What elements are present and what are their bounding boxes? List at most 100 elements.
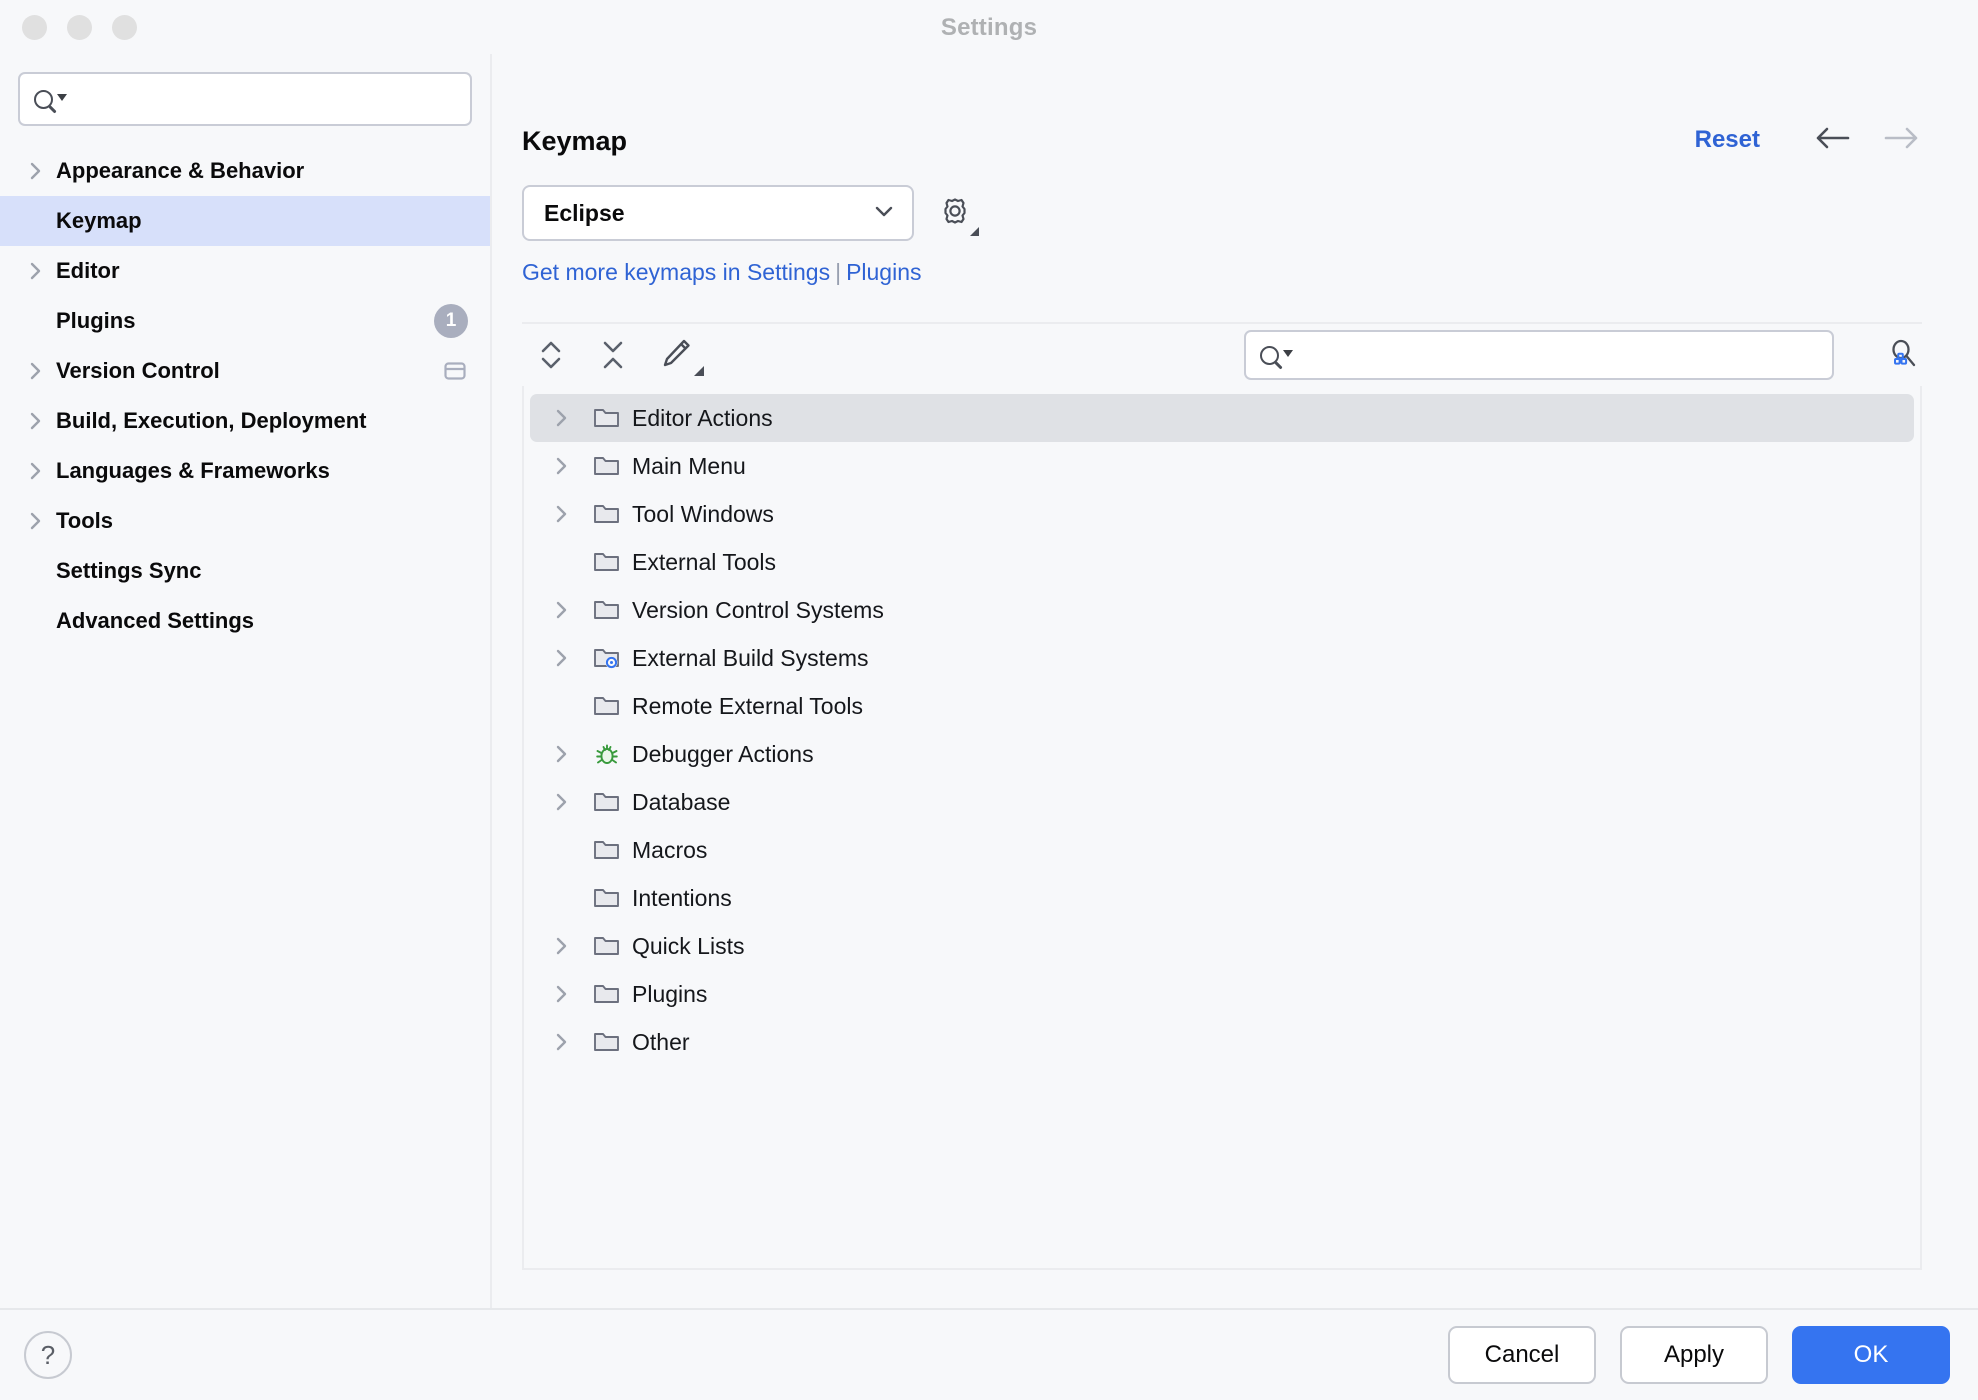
chevron-right-icon[interactable]: [28, 259, 56, 283]
bug-icon: [592, 741, 632, 767]
chevron-right-icon[interactable]: [554, 742, 592, 766]
folder-icon: [592, 1029, 632, 1055]
sidebar-item-label: Advanced Settings: [56, 608, 255, 633]
tree-row-label: Plugins: [632, 980, 708, 1007]
sidebar-item-build-execution-deployment[interactable]: Build, Execution, Deployment: [0, 396, 490, 446]
plugins-update-badge: 1: [434, 304, 468, 338]
chevron-right-icon[interactable]: [28, 459, 56, 483]
help-button[interactable]: ?: [24, 1331, 72, 1379]
sidebar-nav-list: Appearance & Behavior Keymap Editor Plug…: [0, 146, 490, 646]
settings-sidebar: Appearance & Behavior Keymap Editor Plug…: [0, 54, 492, 1308]
sidebar-item-appearance-behavior[interactable]: Appearance & Behavior: [0, 146, 490, 196]
find-by-shortcut-icon[interactable]: [1884, 336, 1922, 374]
sidebar-item-settings-sync[interactable]: Settings Sync: [0, 546, 490, 596]
tree-row-label: Main Menu: [632, 452, 746, 479]
chevron-right-icon[interactable]: [554, 934, 592, 958]
sidebar-item-tools[interactable]: Tools: [0, 496, 490, 546]
tree-row[interactable]: Main Menu: [530, 442, 1914, 490]
collapse-all-icon[interactable]: [596, 336, 630, 374]
tree-row-label: External Build Systems: [632, 644, 869, 671]
sidebar-item-editor[interactable]: Editor: [0, 246, 490, 296]
chevron-right-icon[interactable]: [28, 509, 56, 533]
tree-row[interactable]: Quick Lists: [530, 922, 1914, 970]
sidebar-item-label: Tools: [56, 508, 114, 533]
keymap-selector-row: Eclipse: [492, 155, 1978, 241]
keymap-search-input[interactable]: [1293, 343, 1818, 367]
sidebar-item-label: Editor: [56, 258, 120, 283]
sidebar-item-keymap[interactable]: Keymap: [0, 196, 490, 246]
tree-row[interactable]: Debugger Actions: [530, 730, 1914, 778]
get-more-keymaps-link[interactable]: Get more keymaps in Settings: [522, 259, 830, 285]
sidebar-item-label: Appearance & Behavior: [56, 158, 305, 183]
window-body: Appearance & Behavior Keymap Editor Plug…: [0, 54, 1978, 1308]
sidebar-item-plugins[interactable]: Plugins 1: [0, 296, 490, 346]
tree-row-label: Tool Windows: [632, 500, 774, 527]
tree-row[interactable]: Database: [530, 778, 1914, 826]
arrow-right-icon[interactable]: [1882, 124, 1922, 152]
dialog-footer: ? Cancel Apply OK: [0, 1308, 1978, 1400]
edit-dropdown-caret-icon: [694, 365, 704, 376]
ok-button[interactable]: OK: [1792, 1326, 1950, 1384]
edit-pencil-icon: [658, 335, 694, 376]
tree-row-label: External Tools: [632, 548, 777, 575]
keymap-select-value: Eclipse: [544, 199, 625, 226]
tree-row[interactable]: Intentions: [530, 874, 1914, 922]
search-icon: [34, 89, 67, 109]
sidebar-search-field[interactable]: [18, 72, 472, 126]
tool-window-icon: [442, 358, 468, 384]
tree-row[interactable]: External Build Systems: [530, 634, 1914, 682]
folder-icon: [592, 405, 632, 431]
keymap-tree[interactable]: Editor Actions Main Menu Tool Windows Ex…: [522, 386, 1922, 1270]
title-bar: Settings: [0, 0, 1978, 54]
sidebar-item-version-control[interactable]: Version Control: [0, 346, 490, 396]
chevron-right-icon[interactable]: [554, 598, 592, 622]
tree-row[interactable]: Macros: [530, 826, 1914, 874]
tree-row[interactable]: Version Control Systems: [530, 586, 1914, 634]
tree-row[interactable]: External Tools: [530, 538, 1914, 586]
chevron-right-icon[interactable]: [554, 502, 592, 526]
edit-pencil-button[interactable]: [658, 335, 704, 376]
tree-row[interactable]: Tool Windows: [530, 490, 1914, 538]
sidebar-item-label: Plugins: [56, 308, 136, 333]
keymap-settings-gear-button[interactable]: [936, 192, 979, 236]
chevron-right-icon[interactable]: [554, 454, 592, 478]
sidebar-item-label: Build, Execution, Deployment: [56, 408, 367, 433]
keymap-search-field[interactable]: [1244, 330, 1834, 380]
tree-row[interactable]: Plugins: [530, 970, 1914, 1018]
chevron-right-icon[interactable]: [28, 409, 56, 433]
chevron-right-icon[interactable]: [28, 159, 56, 183]
gear-icon: [936, 192, 974, 235]
tree-row[interactable]: Editor Actions: [530, 394, 1914, 442]
chevron-down-icon[interactable]: [872, 203, 896, 224]
folder-icon: [592, 501, 632, 527]
reset-button[interactable]: Reset: [1695, 128, 1760, 152]
chevron-right-icon[interactable]: [554, 646, 592, 670]
keymap-select[interactable]: Eclipse: [522, 185, 914, 241]
tree-row-label: Other: [632, 1028, 690, 1055]
tree-row[interactable]: Other: [530, 1018, 1914, 1066]
sidebar-item-advanced-settings[interactable]: Advanced Settings: [0, 596, 490, 646]
sidebar-item-languages-frameworks[interactable]: Languages & Frameworks: [0, 446, 490, 496]
chevron-right-icon[interactable]: [28, 359, 56, 383]
sidebar-item-label: Languages & Frameworks: [56, 458, 330, 483]
sidebar-search-input[interactable]: [67, 87, 456, 111]
settings-window: Settings Appearance & Behavior Keymap Ed…: [0, 0, 1978, 1400]
chevron-right-icon[interactable]: [554, 406, 592, 430]
folder-icon: [592, 981, 632, 1007]
chevron-right-icon[interactable]: [554, 790, 592, 814]
arrow-left-icon[interactable]: [1812, 124, 1852, 152]
chevron-right-icon[interactable]: [554, 982, 592, 1006]
tree-row-label: Remote External Tools: [632, 692, 863, 719]
chevron-right-icon[interactable]: [554, 1030, 592, 1054]
plugins-link[interactable]: Plugins: [846, 259, 921, 285]
folder-icon: [592, 933, 632, 959]
link-separator: |: [835, 259, 842, 285]
folder-icon: [592, 789, 632, 815]
expand-all-icon[interactable]: [534, 336, 568, 374]
tree-row-label: Version Control Systems: [632, 596, 884, 623]
apply-button[interactable]: Apply: [1620, 1326, 1768, 1384]
tree-row[interactable]: Remote External Tools: [530, 682, 1914, 730]
cancel-button[interactable]: Cancel: [1448, 1326, 1596, 1384]
folder-icon: [592, 837, 632, 863]
settings-main-pane: Keymap Reset Eclipse Get more keymaps in…: [492, 54, 1978, 1308]
